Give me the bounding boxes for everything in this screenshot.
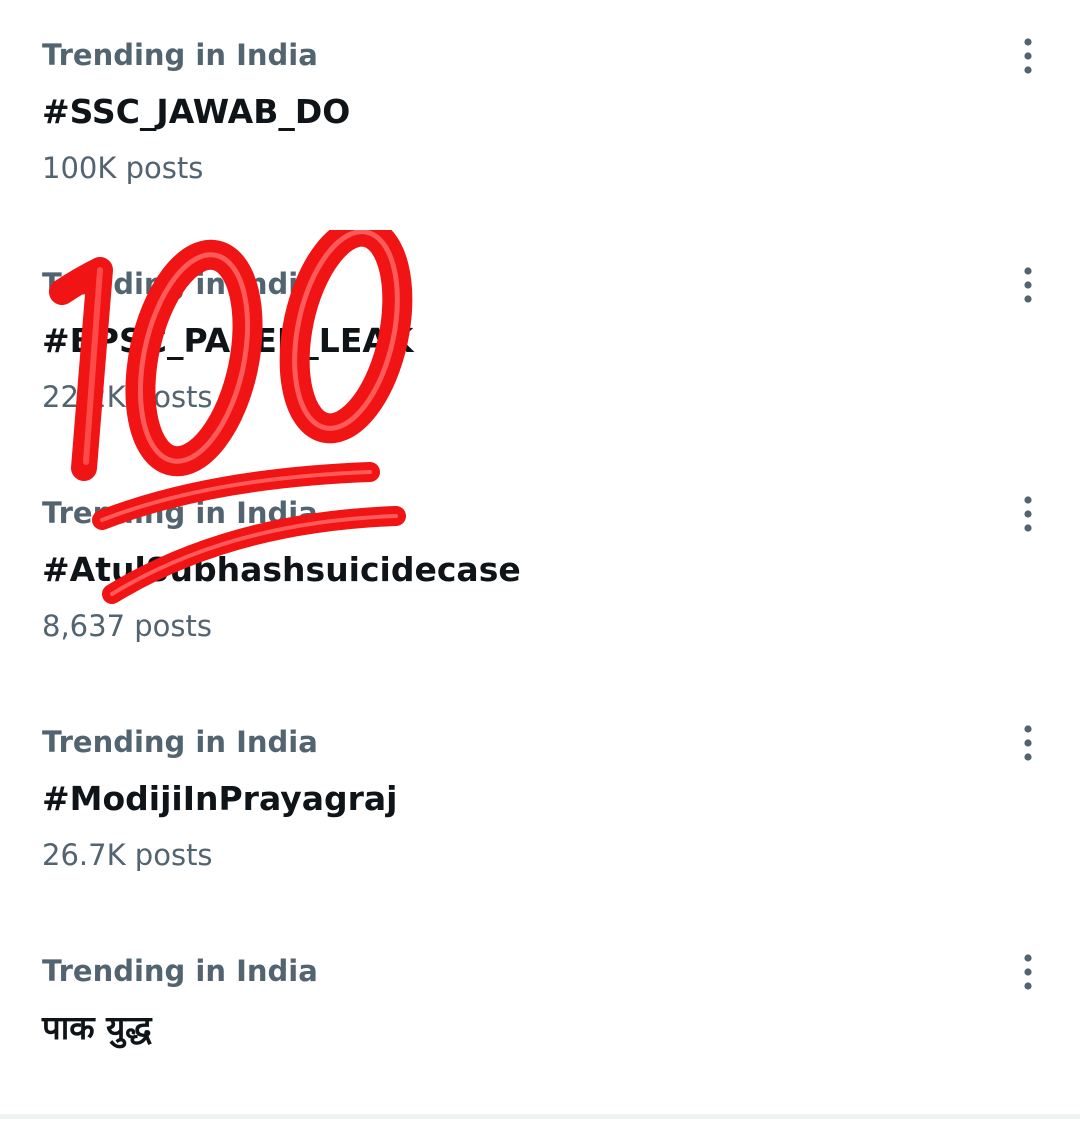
more-vertical-icon <box>1024 725 1032 761</box>
more-options-button[interactable] <box>1008 723 1048 763</box>
trend-item[interactable]: Trending in India #AtulSubhashsuicidecas… <box>0 458 1080 687</box>
trend-item[interactable]: Trending in India #SSC_JAWAB_DO 100K pos… <box>0 0 1080 229</box>
more-options-button[interactable] <box>1008 36 1048 76</box>
trend-title[interactable]: पाक युद्ध <box>42 1007 152 1049</box>
trend-post-count: 100K posts <box>42 151 204 185</box>
trend-post-count: 22.2K posts <box>42 380 213 414</box>
trend-context: Trending in India <box>42 496 318 530</box>
more-vertical-icon <box>1024 496 1032 532</box>
trend-item[interactable]: Trending in India #ModijiInPrayagraj 26.… <box>0 687 1080 916</box>
trend-context: Trending in India <box>42 725 318 759</box>
trend-context: Trending in India <box>42 267 318 301</box>
more-vertical-icon <box>1024 267 1032 303</box>
bottom-divider <box>0 1114 1080 1119</box>
trend-item[interactable]: Trending in India पाक युद्ध <box>0 916 1080 1145</box>
trend-title[interactable]: #BPSC_PAPER_LEAK <box>42 320 414 362</box>
more-options-button[interactable] <box>1008 952 1048 992</box>
trend-title[interactable]: #ModijiInPrayagraj <box>42 778 397 820</box>
trend-title[interactable]: #AtulSubhashsuicidecase <box>42 549 521 591</box>
more-options-button[interactable] <box>1008 265 1048 305</box>
more-vertical-icon <box>1024 954 1032 990</box>
trend-context: Trending in India <box>42 38 318 72</box>
trend-context: Trending in India <box>42 954 318 988</box>
trend-list: Trending in India #SSC_JAWAB_DO 100K pos… <box>0 0 1080 1119</box>
trend-post-count: 26.7K posts <box>42 838 213 872</box>
more-vertical-icon <box>1024 38 1032 74</box>
more-options-button[interactable] <box>1008 494 1048 534</box>
trend-title[interactable]: #SSC_JAWAB_DO <box>42 91 350 133</box>
trend-item[interactable]: Trending in India #BPSC_PAPER_LEAK 22.2K… <box>0 229 1080 458</box>
trend-post-count: 8,637 posts <box>42 609 212 643</box>
